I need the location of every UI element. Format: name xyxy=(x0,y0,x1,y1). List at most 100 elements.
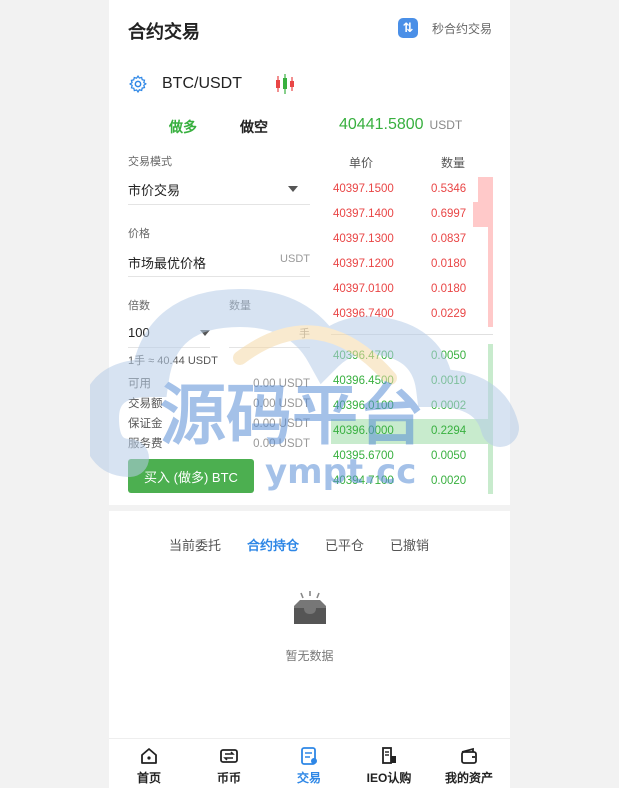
ask-price: 40397.1500 xyxy=(333,183,394,195)
price-value: 市场最优价格 xyxy=(128,256,207,271)
ask-price: 40396.7400 xyxy=(333,308,394,320)
ask-price: 40397.1200 xyxy=(333,258,394,270)
chevron-down-icon xyxy=(288,186,298,192)
ask-qty: 0.5346 xyxy=(431,183,467,195)
tab-cancelled[interactable]: 已撤销 xyxy=(390,535,429,554)
orderbook-qty-header: 数量 xyxy=(441,156,466,170)
ask-price: 40397.1300 xyxy=(333,233,394,245)
home-icon xyxy=(141,748,157,764)
bid-qty: 0.2294 xyxy=(431,425,467,437)
tab-positions[interactable]: 合约持仓 xyxy=(247,535,299,554)
bid-qty: 0.0002 xyxy=(431,400,467,412)
nav-exchange[interactable]: 币币 xyxy=(189,739,269,788)
nav-trade[interactable]: 交易 xyxy=(269,739,349,788)
bid-row[interactable]: 40396.0000 0.2294 xyxy=(331,419,493,444)
ask-row[interactable]: 40397.1300 0.0837 xyxy=(331,227,493,252)
ask-depth-bar xyxy=(478,177,493,202)
nav-label: 交易 xyxy=(296,771,321,785)
quantity-unit: 手 xyxy=(299,328,310,340)
ieo-icon xyxy=(382,747,396,764)
ask-row[interactable]: 40397.0100 0.0180 xyxy=(331,277,493,302)
leverage-select[interactable]: 100 xyxy=(128,318,210,348)
last-price-value: 40441.5800 xyxy=(339,116,424,133)
ask-row[interactable]: 40397.1200 0.0180 xyxy=(331,252,493,277)
lot-conversion: 1手 ≈ 40.44 USDT xyxy=(128,355,218,367)
info-key: 交易额 xyxy=(128,398,163,410)
nav-label: 币币 xyxy=(216,771,241,785)
bid-depth-bar xyxy=(488,444,493,469)
info-value: 0.00 USDT xyxy=(253,418,310,430)
info-key: 保证金 xyxy=(128,418,163,430)
ask-price: 40397.1400 xyxy=(333,208,394,220)
bid-depth-bar xyxy=(488,369,493,394)
second-contract-label: 秒合约交易 xyxy=(431,21,492,36)
bid-qty: 0.0050 xyxy=(431,350,467,362)
pair-name[interactable]: BTC/USDT xyxy=(162,75,242,93)
bid-price: 40396.0000 xyxy=(333,425,394,437)
buy-long-button[interactable]: 买入 (做多) BTC xyxy=(128,459,254,493)
ask-qty: 0.6997 xyxy=(431,208,467,220)
bid-qty: 0.0050 xyxy=(431,450,467,462)
tab-closed[interactable]: 已平仓 xyxy=(325,535,364,554)
bid-price: 40394.7100 xyxy=(333,475,394,487)
ask-row[interactable]: 40397.1400 0.6997 xyxy=(331,202,493,227)
bid-depth-bar xyxy=(488,394,493,419)
nav-label: 我的资产 xyxy=(444,771,493,785)
order-tabs: 当前委托 合约持仓 已平仓 已撤销 xyxy=(169,535,455,554)
empty-text: 暂无数据 xyxy=(285,649,334,663)
page-title: 合约交易 xyxy=(128,22,200,42)
last-price: 40441.5800 USDT xyxy=(339,116,462,134)
ask-qty: 0.0180 xyxy=(431,283,467,295)
trade-mode-select[interactable]: 市价交易 xyxy=(128,173,310,205)
nav-ieo[interactable]: IEO认购 xyxy=(349,739,429,788)
nav-assets[interactable]: 我的资产 xyxy=(429,739,509,788)
empty-box-icon xyxy=(293,591,326,624)
info-value: 0.00 USDT xyxy=(253,438,310,450)
info-row-margin: 保证金 0.00 USDT xyxy=(128,415,310,435)
gear-icon[interactable] xyxy=(128,74,148,94)
ask-price: 40397.0100 xyxy=(333,283,394,295)
orderbook-divider xyxy=(331,334,493,335)
tab-long[interactable]: 做多 xyxy=(169,117,197,137)
bid-price: 40396.0100 xyxy=(333,400,394,412)
info-key: 服务费 xyxy=(128,438,163,450)
info-value: 0.00 USDT xyxy=(253,378,310,390)
section-divider xyxy=(109,505,510,511)
tab-short[interactable]: 做空 xyxy=(240,117,268,137)
chevron-down-icon xyxy=(200,330,210,336)
ask-depth-bar xyxy=(488,277,493,302)
header: 合约交易 ⇅ 秒合约交易 xyxy=(109,0,510,58)
quantity-input[interactable]: 手 xyxy=(229,318,310,348)
bottom-nav: 首页 币币 交易 IEO认购 我的资产 xyxy=(109,738,510,788)
nav-label: IEO认购 xyxy=(366,771,412,785)
bid-row[interactable]: 40395.6700 0.0050 xyxy=(331,444,493,469)
price-unit: USDT xyxy=(280,253,310,265)
second-contract-link[interactable]: ⇅ 秒合约交易 xyxy=(397,18,492,38)
ask-depth-bar xyxy=(488,252,493,277)
side-tabs: 做多 做空 xyxy=(169,117,268,137)
bid-depth-bar xyxy=(488,469,493,494)
bid-qty: 0.0020 xyxy=(431,475,467,487)
price-input[interactable]: 市场最优价格 USDT xyxy=(128,245,310,277)
ask-depth-bar xyxy=(488,227,493,252)
trade-mode-value: 市价交易 xyxy=(128,183,181,198)
bid-row[interactable]: 40396.4700 0.0050 xyxy=(331,344,493,369)
wallet-icon xyxy=(461,747,477,764)
bid-qty: 0.0010 xyxy=(431,375,467,387)
swap-icon: ⇅ xyxy=(397,18,418,38)
orderbook-price-header: 单价 xyxy=(349,156,374,170)
bid-row[interactable]: 40394.7100 0.0020 xyxy=(331,469,493,494)
leverage-value: 100 xyxy=(128,325,150,340)
trade-icon xyxy=(301,747,317,765)
candlestick-icon[interactable] xyxy=(274,73,296,95)
ask-depth-bar xyxy=(488,302,493,327)
bid-row[interactable]: 40396.4500 0.0010 xyxy=(331,369,493,394)
bid-row[interactable]: 40396.0100 0.0002 xyxy=(331,394,493,419)
info-row-fee: 服务费 0.00 USDT xyxy=(128,435,310,455)
ask-row[interactable]: 40397.1500 0.5346 xyxy=(331,177,493,202)
tab-open-orders[interactable]: 当前委托 xyxy=(169,535,221,554)
pair-bar: BTC/USDT xyxy=(128,72,296,96)
nav-home[interactable]: 首页 xyxy=(109,739,189,788)
ask-row[interactable]: 40396.7400 0.0229 xyxy=(331,302,493,327)
ask-depth-bar xyxy=(473,202,493,227)
